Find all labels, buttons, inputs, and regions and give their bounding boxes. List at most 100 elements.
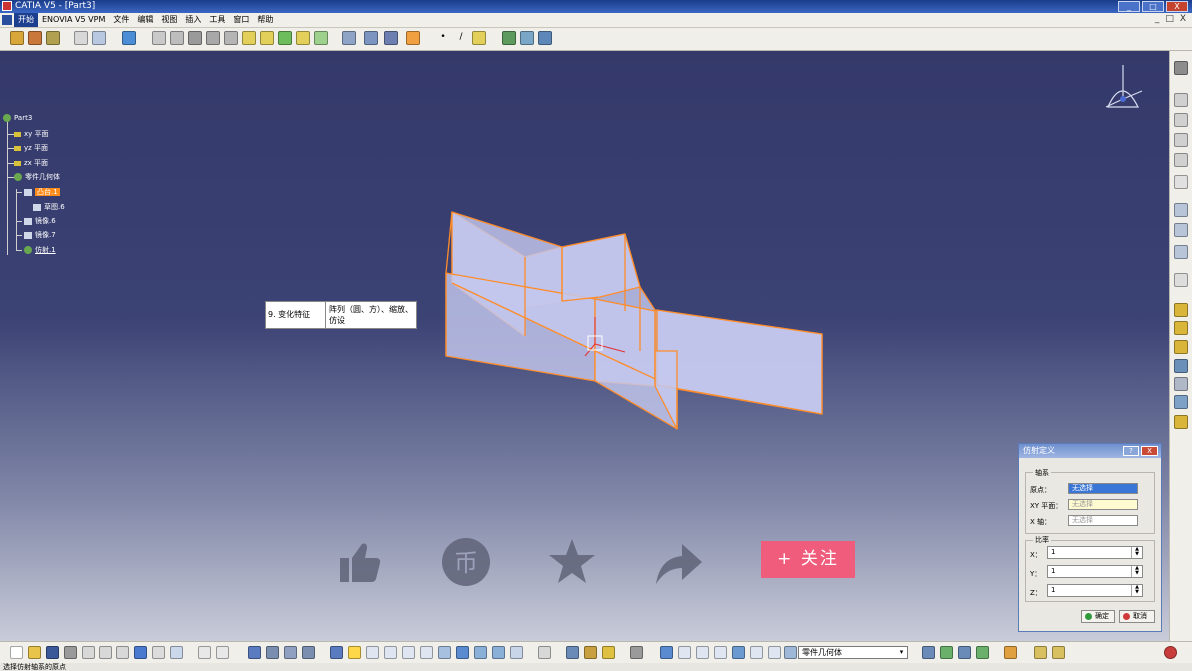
boolean-icon[interactable] [1174, 415, 1188, 429]
coin-icon[interactable]: 币 [440, 536, 492, 588]
sketch-analysis-icon[interactable] [1034, 646, 1047, 659]
origin-field[interactable]: 无选择 [1068, 483, 1138, 494]
sketch-icon[interactable] [74, 31, 88, 45]
measure-icon[interactable] [1174, 273, 1188, 287]
tree-node-pad[interactable]: 凸台.1 [24, 187, 60, 197]
law-icon[interactable] [266, 646, 279, 659]
list-icon[interactable] [768, 646, 781, 659]
xy-plane-field[interactable]: 无选择 [1068, 499, 1138, 510]
sew-surface-icon[interactable] [296, 31, 310, 45]
rotate-icon[interactable] [384, 646, 397, 659]
parameters-icon[interactable] [538, 31, 552, 45]
print-icon[interactable] [64, 646, 77, 659]
undo-icon[interactable] [134, 646, 147, 659]
plane-icon[interactable] [472, 31, 486, 45]
reaction-icon[interactable] [284, 646, 297, 659]
dialog-close-button[interactable]: X [1141, 446, 1158, 456]
save-icon[interactable] [46, 646, 59, 659]
swap-visible-icon[interactable] [510, 646, 523, 659]
menu-help[interactable]: 帮助 [253, 13, 277, 27]
menu-insert[interactable]: 插入 [181, 13, 205, 27]
pad-icon[interactable] [10, 31, 24, 45]
spinner-arrows-icon[interactable]: ▲ ▼ [1131, 585, 1142, 596]
y-ratio-spinner[interactable]: 1 ▲ ▼ [1047, 565, 1143, 578]
reference-icon[interactable] [1174, 153, 1188, 167]
constraints-analysis-icon[interactable] [1052, 646, 1065, 659]
follow-button[interactable]: + 关注 [761, 541, 855, 578]
close-button[interactable]: X [1166, 1, 1188, 12]
extract-icon[interactable] [958, 646, 971, 659]
tree-node-mirror-7[interactable]: 镜像.7 [24, 230, 56, 240]
z-ratio-spinner[interactable]: 1 ▲ ▼ [1047, 584, 1143, 597]
menu-tools[interactable]: 工具 [205, 13, 229, 27]
zoom-out-icon[interactable] [420, 646, 433, 659]
axis-icon[interactable] [714, 646, 727, 659]
split-icon[interactable] [242, 31, 256, 45]
reference-icon[interactable] [1174, 113, 1188, 127]
sketch-tool-icon[interactable] [1174, 203, 1188, 217]
menu-enovia[interactable]: ENOVIA V5 VPM [38, 13, 109, 27]
sweep-icon[interactable] [976, 646, 989, 659]
share-icon[interactable] [652, 536, 704, 588]
tree-node-xy-plane[interactable]: xy 平面 [14, 129, 49, 139]
cycle-icon[interactable] [660, 646, 673, 659]
shell-icon[interactable] [206, 31, 220, 45]
iso-view-icon[interactable] [456, 646, 469, 659]
tree-node-affinity[interactable]: 仿射.1 [24, 245, 56, 255]
body-select-icon[interactable] [784, 646, 797, 659]
replace-face-icon[interactable] [314, 31, 328, 45]
spinner-arrows-icon[interactable]: ▲ ▼ [1131, 547, 1142, 558]
hide-show-icon[interactable] [492, 646, 505, 659]
thick-surface-icon[interactable] [260, 31, 274, 45]
reference-icon[interactable] [1174, 93, 1188, 107]
tree-node-sketch[interactable]: 草图.6 [33, 202, 65, 212]
scale-icon[interactable] [1174, 359, 1188, 373]
part-body-icon[interactable] [122, 31, 136, 45]
formula-icon[interactable] [198, 646, 211, 659]
close-surface-icon[interactable] [278, 31, 292, 45]
update-icon[interactable] [538, 646, 551, 659]
pan-icon[interactable] [366, 646, 379, 659]
fillet-icon[interactable] [152, 31, 166, 45]
new-file-icon[interactable] [10, 646, 23, 659]
menu-file[interactable]: 文件 [109, 13, 133, 27]
snapshot-icon[interactable] [630, 646, 643, 659]
cut-icon[interactable] [82, 646, 95, 659]
constraint-icon[interactable] [342, 31, 356, 45]
plane-tool-icon[interactable] [750, 646, 763, 659]
rule-icon[interactable] [302, 646, 315, 659]
normal-view-icon[interactable] [438, 646, 451, 659]
analysis-icon[interactable] [364, 31, 378, 45]
workbench-icon[interactable] [1004, 646, 1017, 659]
comment-icon[interactable] [216, 646, 229, 659]
shaft-icon[interactable] [46, 31, 60, 45]
transform-icon[interactable] [1174, 303, 1188, 317]
positioned-sketch-icon[interactable] [92, 31, 106, 45]
inertia-icon[interactable] [602, 646, 615, 659]
reference-icon[interactable] [1174, 133, 1188, 147]
publish-icon[interactable] [502, 31, 516, 45]
tree-node-yz-plane[interactable]: yz 平面 [14, 143, 48, 153]
line-icon[interactable]: / [454, 31, 468, 45]
grid-icon[interactable] [384, 31, 398, 45]
doc-minimize-button[interactable]: _ [1155, 14, 1160, 24]
tree-node-part3[interactable]: Part3 [3, 114, 32, 122]
like-icon[interactable] [334, 536, 386, 588]
dialog-help-button[interactable]: ? [1123, 446, 1139, 456]
open-file-icon[interactable] [28, 646, 41, 659]
dialog-title-bar[interactable]: 仿射定义 ? X [1019, 444, 1161, 458]
tree-node-part-body[interactable]: 零件几何体 [14, 172, 60, 182]
select-arrow-icon[interactable] [1174, 175, 1188, 189]
measure-item-icon[interactable] [584, 646, 597, 659]
pattern-icon[interactable] [1174, 340, 1188, 354]
chamfer-icon[interactable] [170, 31, 184, 45]
body-selector-combo[interactable]: 零件几何体 ▾ [798, 646, 908, 659]
document-icon[interactable] [2, 15, 12, 25]
menu-window[interactable]: 窗口 [229, 13, 253, 27]
fit-all-icon[interactable] [348, 646, 361, 659]
tree-node-mirror-6[interactable]: 镜像.6 [24, 216, 56, 226]
menu-view[interactable]: 视图 [157, 13, 181, 27]
x-axis-field[interactable]: 无选择 [1068, 515, 1138, 526]
fly-mode-icon[interactable] [330, 646, 343, 659]
chevron-down-icon[interactable]: ▾ [897, 648, 906, 657]
